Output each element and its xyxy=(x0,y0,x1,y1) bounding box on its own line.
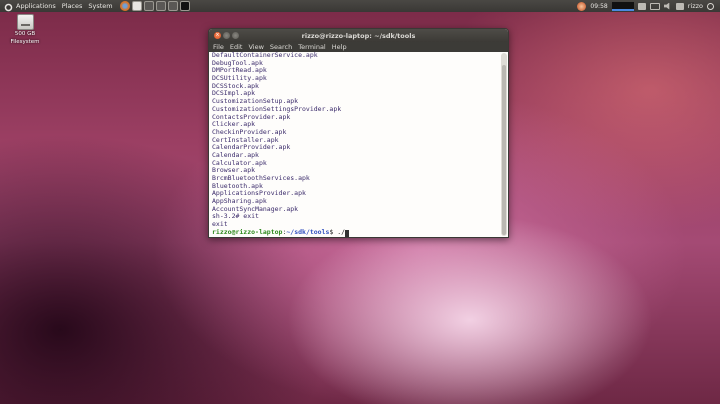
menu-terminal[interactable]: Terminal xyxy=(298,43,325,51)
terminal-window: × rizzo@rizzo-laptop: ~/sdk/tools File E… xyxy=(208,28,509,238)
power-icon[interactable] xyxy=(707,2,714,10)
places-menu[interactable]: Places xyxy=(59,2,86,10)
filesystem-desktop-icon[interactable]: 500 GB Filesystem xyxy=(8,14,42,46)
desktop-icon-label-name: Filesystem xyxy=(10,39,40,45)
window-title: rizzo@rizzo-laptop: ~/sdk/tools xyxy=(301,31,416,40)
launcher-bar xyxy=(119,1,190,11)
terminal-prompt[interactable]: rizzo@rizzo-laptop:~/sdk/tools$ ./ xyxy=(212,227,498,237)
weather-icon[interactable] xyxy=(577,1,587,11)
user-menu[interactable]: rizzo xyxy=(688,2,703,10)
applications-menu[interactable]: Applications xyxy=(0,2,59,12)
window-titlebar[interactable]: × rizzo@rizzo-laptop: ~/sdk/tools xyxy=(209,29,508,42)
text-editor-icon[interactable] xyxy=(167,1,178,11)
chat-icon[interactable] xyxy=(675,2,684,10)
terminal-line: sh-3.2# exit xyxy=(212,212,259,221)
hard-drive-icon xyxy=(16,14,34,30)
text-cursor xyxy=(345,229,350,237)
top-panel: Applications Places System 09:58 rizzo xyxy=(0,0,720,12)
panel-tray: 09:58 rizzo xyxy=(577,1,720,11)
volume-icon[interactable] xyxy=(663,2,670,10)
menu-help[interactable]: Help xyxy=(332,43,347,51)
prompt-path: ~/sdk/tools xyxy=(286,227,330,236)
network-monitor-graph[interactable] xyxy=(611,1,634,11)
system-menu[interactable]: System xyxy=(85,2,115,10)
scrollbar-thumb[interactable] xyxy=(502,65,506,235)
text-editor-icon[interactable] xyxy=(155,1,166,11)
chromium-icon[interactable] xyxy=(131,1,142,11)
terminal-output[interactable]: DefaultContainerService.apk DebugTool.ap… xyxy=(209,51,508,237)
text-editor-icon[interactable] xyxy=(143,1,154,11)
battery-icon[interactable] xyxy=(637,2,646,10)
menu-search[interactable]: Search xyxy=(270,43,292,51)
clock[interactable]: 09:58 xyxy=(590,3,607,10)
terminal-text: DefaultContainerService.apk DebugTool.ap… xyxy=(212,51,498,237)
menu-view[interactable]: View xyxy=(248,43,263,51)
menu-file[interactable]: File xyxy=(213,43,224,51)
terminal-icon[interactable] xyxy=(179,1,190,11)
menu-edit[interactable]: Edit xyxy=(230,43,243,51)
mail-icon[interactable] xyxy=(649,2,660,10)
desktop-icon-label-size: 500 GB xyxy=(14,31,36,37)
firefox-icon[interactable] xyxy=(119,1,130,11)
prompt-command: $ ./ xyxy=(329,227,346,236)
terminal-scrollbar[interactable] xyxy=(501,53,507,236)
prompt-user: rizzo@rizzo-laptop xyxy=(212,227,283,236)
